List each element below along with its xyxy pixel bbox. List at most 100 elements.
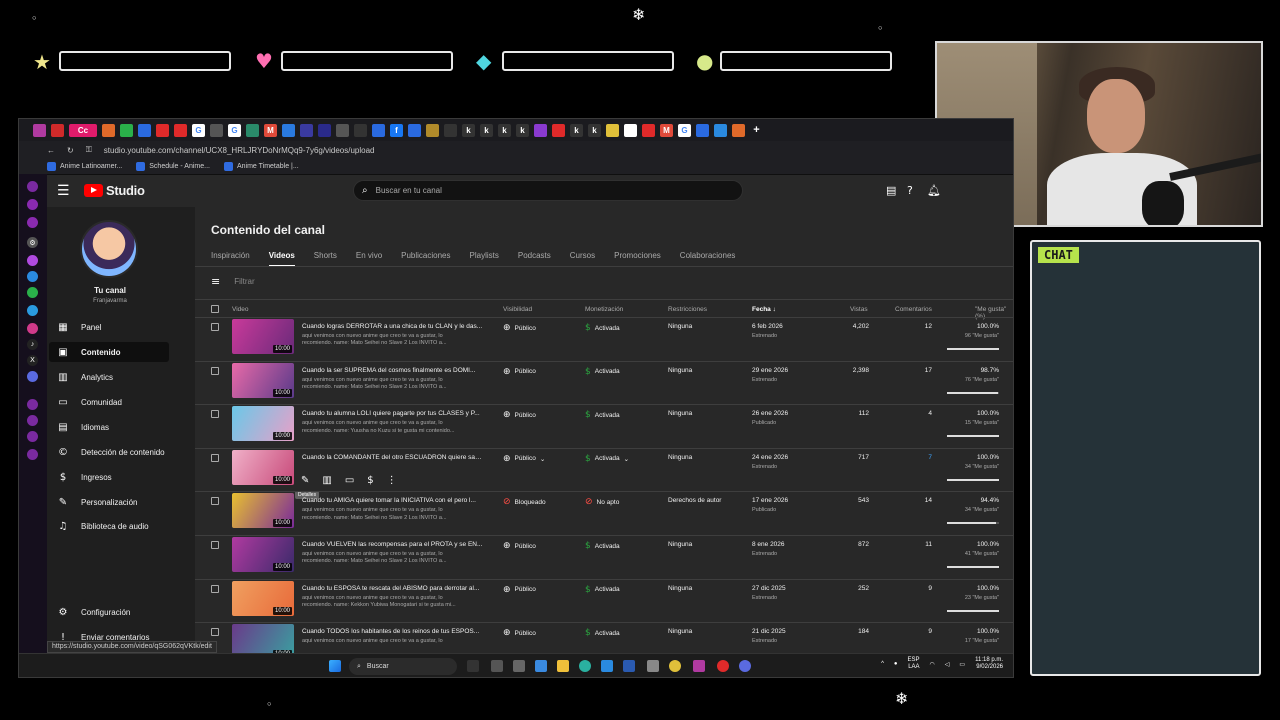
x-icon[interactable]: X: [27, 355, 38, 366]
tab-colaboraciones[interactable]: Colaboraciones: [680, 251, 736, 267]
comments-cell[interactable]: 14: [925, 497, 932, 504]
visibility-cell[interactable]: ⊕ Público: [503, 541, 536, 551]
tab-cursos[interactable]: Cursos: [570, 251, 595, 267]
video-title[interactable]: Cuando tu ESPOSA te rescata del ABISMO p…: [302, 585, 484, 592]
tab-playlists[interactable]: Playlists: [470, 251, 499, 267]
instagram-icon[interactable]: [27, 323, 38, 334]
comments-cell[interactable]: 9: [928, 585, 932, 592]
sidebar-item-ingresos[interactable]: $ Ingresos: [49, 467, 169, 487]
chevron-down-icon[interactable]: ⌄: [540, 455, 545, 463]
sidebar-app-icon[interactable]: [27, 199, 38, 210]
tab-favicon[interactable]: [102, 123, 115, 137]
tab-favicon[interactable]: [300, 123, 313, 137]
monetization-cell[interactable]: $ Activada ⌄: [585, 454, 629, 464]
row-checkbox[interactable]: [211, 541, 219, 549]
chevron-up-icon[interactable]: ^: [881, 661, 884, 667]
sidebar-item-idiomas[interactable]: ▤ Idiomas: [49, 417, 169, 437]
tab-inspiracion[interactable]: Inspiración: [211, 251, 250, 267]
tab-videos[interactable]: Videos: [268, 251, 295, 267]
tab-favicon[interactable]: k: [588, 123, 601, 137]
tab-favicon[interactable]: [354, 123, 367, 137]
filter-input[interactable]: Filtrar: [234, 277, 254, 286]
tab-favicon[interactable]: [606, 123, 619, 137]
tab-favicon[interactable]: k: [480, 123, 493, 137]
comments-cell[interactable]: 7: [928, 454, 932, 461]
row-checkbox[interactable]: [211, 453, 219, 462]
youtube-tab-icon[interactable]: [174, 123, 187, 137]
gmail-tab-icon[interactable]: M: [264, 123, 277, 137]
tab-favicon[interactable]: k: [498, 123, 511, 137]
taskbar-app-icon[interactable]: [601, 660, 613, 672]
video-title[interactable]: Cuando la ser SUPREMA del cosmos finalme…: [302, 367, 484, 374]
visibility-cell[interactable]: ⊕ Público: [503, 628, 536, 638]
google-tab-icon[interactable]: G: [192, 123, 205, 137]
tab-favicon[interactable]: [318, 123, 331, 137]
chrome-icon[interactable]: [669, 660, 681, 672]
bookmark[interactable]: Anime Timetable |...: [223, 162, 299, 171]
table-row[interactable]: 10:00 Cuando tu AMIGA quiere tomar la INI…: [195, 491, 1013, 535]
sidebar-app-icon[interactable]: [27, 217, 38, 228]
monetization-icon[interactable]: $: [367, 475, 373, 486]
tab-favicon[interactable]: [120, 123, 133, 137]
table-row[interactable]: 10:00 Cuando la COMANDANTE del otro ESCUA…: [195, 447, 1013, 499]
site-info-icon[interactable]: ⚿: [86, 145, 92, 155]
visibility-cell[interactable]: ⊕ Público: [503, 323, 536, 333]
table-row[interactable]: 10:00 Cuando tu ESPOSA te rescata del ABI…: [195, 578, 1013, 623]
search-input[interactable]: ⌕ Buscar en tu canal: [353, 180, 743, 201]
settings-icon[interactable]: ⚙: [27, 237, 38, 248]
sidebar-app-icon[interactable]: [27, 399, 38, 410]
monetization-cell[interactable]: $ Activada: [585, 541, 620, 551]
edit-icon[interactable]: ✎: [301, 475, 309, 486]
sidebar-item-comunidad[interactable]: ▭ Comunidad: [49, 392, 169, 412]
comments-cell[interactable]: 11: [925, 541, 932, 548]
monetization-cell[interactable]: ⊘ No apto: [585, 497, 619, 507]
row-checkbox[interactable]: [211, 628, 219, 637]
tab-favicon[interactable]: [408, 123, 421, 137]
sidebar-item-contenido[interactable]: ▣ Contenido: [49, 342, 169, 362]
column-restrictions[interactable]: Restricciones: [668, 306, 707, 313]
video-title[interactable]: Cuando tu alumna LOLI quiere pagarte por…: [302, 410, 484, 417]
tab-favicon[interactable]: k: [570, 123, 583, 137]
sidebar-app-icon[interactable]: [27, 415, 38, 426]
monetization-cell[interactable]: $ Activada: [585, 410, 620, 420]
row-checkbox[interactable]: [211, 366, 219, 375]
taskbar-app-icon[interactable]: [535, 660, 547, 672]
tab-favicon[interactable]: [246, 123, 259, 137]
video-thumbnail[interactable]: 10:00: [232, 362, 294, 398]
comments-icon[interactable]: ▭: [345, 475, 354, 486]
tab-active[interactable]: Cc: [69, 123, 97, 137]
video-title[interactable]: Cuando logras DERROTAR a una chica de tu…: [302, 323, 484, 330]
new-tab-icon[interactable]: +: [750, 124, 763, 137]
video-thumbnail[interactable]: 10:00: [232, 406, 294, 442]
tab-favicon[interactable]: [444, 123, 457, 137]
sidebar-item-biblioteca-audio[interactable]: ♫ Biblioteca de audio: [49, 516, 169, 536]
video-thumbnail[interactable]: 10:00: [232, 537, 294, 572]
discord-icon[interactable]: [27, 371, 38, 382]
table-row[interactable]: 10:00 Cuando la ser SUPREMA del cosmos fi…: [195, 360, 1013, 405]
tab-podcasts[interactable]: Podcasts: [518, 251, 551, 267]
edge-icon[interactable]: [579, 660, 591, 672]
wifi-icon[interactable]: ◠: [930, 661, 935, 668]
comments-cell[interactable]: 17: [925, 367, 932, 374]
sidebar-item-configuracion[interactable]: ⚙ Configuración: [49, 602, 169, 622]
row-checkbox[interactable]: [211, 323, 219, 331]
tab-favicon[interactable]: [732, 123, 745, 137]
tab-favicon[interactable]: k: [516, 123, 529, 137]
language-indicator[interactable]: ESP LAA: [908, 657, 920, 671]
row-checkbox[interactable]: [211, 584, 219, 593]
row-checkbox[interactable]: [211, 497, 219, 506]
video-thumbnail[interactable]: 10:00: [232, 449, 294, 485]
tab-favicon[interactable]: [714, 123, 727, 137]
taskbar-app-icon[interactable]: [717, 660, 729, 672]
sidebar-app-icon[interactable]: [27, 431, 38, 442]
filter-icon[interactable]: ≡: [211, 275, 220, 288]
column-comments[interactable]: Comentarios: [895, 306, 932, 313]
telegram-icon[interactable]: [27, 305, 38, 316]
video-thumbnail[interactable]: 10:00: [232, 580, 294, 616]
monetization-cell[interactable]: $ Activada: [585, 323, 620, 333]
video-title[interactable]: Cuando VUELVEN las recompensas para el P…: [302, 541, 484, 548]
sidebar-item-panel[interactable]: ▦ Panel: [49, 317, 169, 337]
visibility-cell[interactable]: ⊘ Bloqueado: [503, 497, 546, 507]
battery-icon[interactable]: ▭: [959, 661, 965, 668]
taskbar-search[interactable]: ⌕ Buscar: [349, 658, 457, 675]
